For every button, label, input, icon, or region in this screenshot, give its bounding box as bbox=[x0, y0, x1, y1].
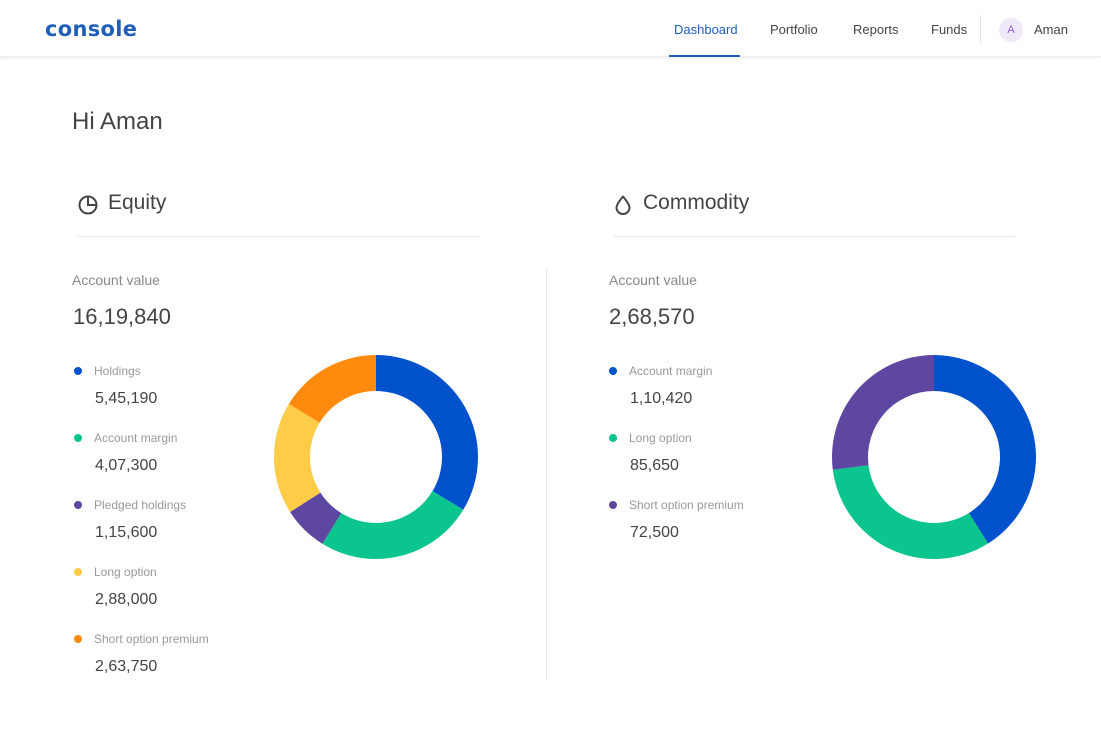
legend-color-dot bbox=[74, 635, 82, 643]
user-name[interactable]: Aman bbox=[1034, 22, 1068, 37]
legend-label: Short option premium bbox=[629, 498, 744, 512]
legend-value: 5,45,190 bbox=[95, 390, 158, 407]
donut-slice-long-option[interactable] bbox=[274, 403, 321, 512]
section-vertical-divider bbox=[546, 268, 547, 680]
legend-value: 2,63,750 bbox=[95, 658, 158, 675]
nav-tab-funds[interactable]: Funds bbox=[931, 22, 967, 37]
legend-color-dot bbox=[609, 367, 617, 375]
legend-color-dot bbox=[74, 367, 82, 375]
page-greeting: Hi Aman bbox=[72, 108, 163, 135]
legend-value: 85,650 bbox=[630, 457, 679, 474]
commodity-donut-chart bbox=[832, 355, 1036, 559]
commodity-section-divider bbox=[614, 236, 1015, 237]
donut-slice-long-option[interactable] bbox=[832, 465, 989, 559]
legend-value: 2,88,000 bbox=[95, 591, 158, 608]
equity-section-divider bbox=[77, 236, 480, 237]
legend-color-dot bbox=[609, 501, 617, 509]
legend-value: 4,07,300 bbox=[95, 457, 158, 474]
legend-label: Long option bbox=[629, 431, 692, 445]
legend-color-dot bbox=[74, 568, 82, 576]
nav-tab-dashboard[interactable]: Dashboard bbox=[674, 22, 738, 37]
nav-tab-reports[interactable]: Reports bbox=[853, 22, 899, 37]
commodity-account-value-label: Account value bbox=[609, 272, 697, 288]
legend-value: 1,15,600 bbox=[95, 524, 158, 541]
top-navbar: console Dashboard Portfolio Reports Fund… bbox=[0, 0, 1101, 57]
nav-tab-portfolio[interactable]: Portfolio bbox=[770, 22, 818, 37]
donut-slice-account-margin[interactable] bbox=[934, 355, 1036, 544]
legend-value: 1,10,420 bbox=[630, 390, 693, 407]
equity-donut-chart bbox=[274, 355, 479, 559]
legend-label: Pledged holdings bbox=[94, 498, 187, 512]
equity-account-value: 16,19,840 bbox=[73, 304, 171, 329]
app-logo[interactable]: console bbox=[45, 17, 137, 41]
commodity-account-value: 2,68,570 bbox=[609, 304, 695, 329]
donut-slice-short-option-premium[interactable] bbox=[832, 355, 934, 470]
donut-slice-holdings[interactable] bbox=[376, 355, 479, 510]
legend-color-dot bbox=[74, 501, 82, 509]
nav-divider bbox=[980, 15, 981, 43]
active-tab-indicator bbox=[669, 55, 740, 57]
legend-color-dot bbox=[74, 434, 82, 442]
drop-icon bbox=[615, 195, 631, 215]
user-avatar[interactable]: A bbox=[999, 18, 1023, 42]
legend-value: 72,500 bbox=[630, 524, 679, 541]
pie-chart-icon bbox=[78, 195, 98, 215]
equity-section-title: Equity bbox=[108, 191, 167, 214]
legend-label: Short option premium bbox=[94, 632, 209, 646]
legend-label: Holdings bbox=[94, 364, 141, 378]
legend-label: Account margin bbox=[629, 364, 713, 378]
commodity-section-title: Commodity bbox=[643, 191, 750, 214]
equity-account-value-label: Account value bbox=[72, 272, 160, 288]
legend-label: Long option bbox=[94, 565, 157, 579]
donut-slice-account-margin[interactable] bbox=[322, 491, 464, 559]
legend-color-dot bbox=[609, 434, 617, 442]
legend-label: Account margin bbox=[94, 431, 178, 445]
